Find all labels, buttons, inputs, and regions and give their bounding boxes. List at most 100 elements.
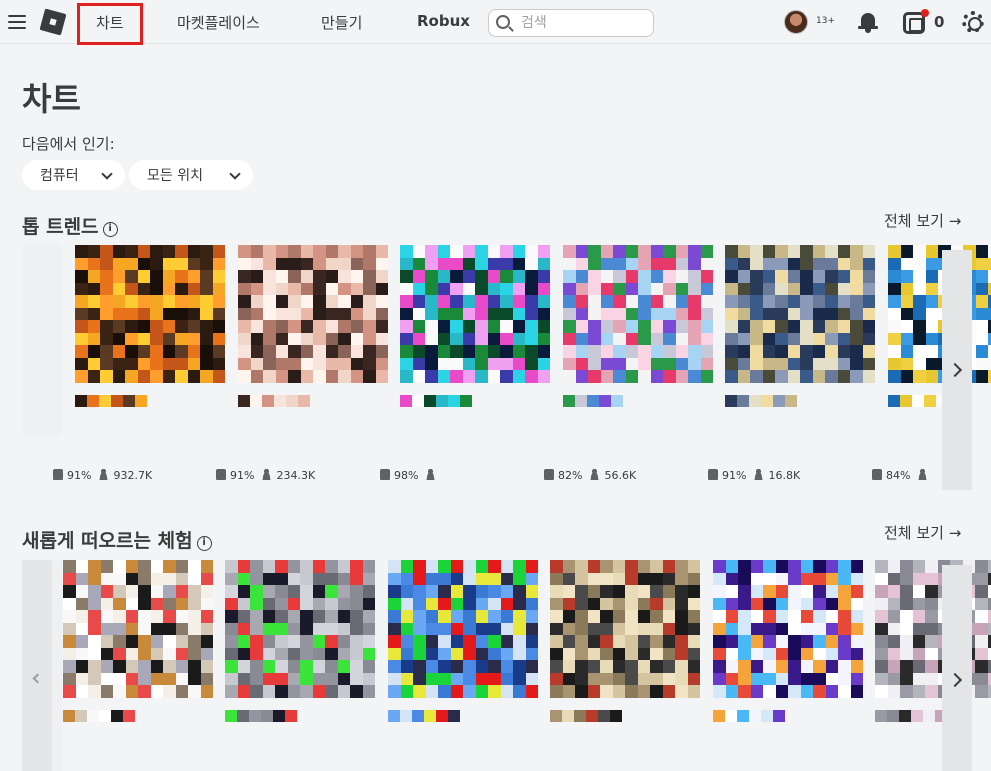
tile-title-block [773,710,785,722]
search-input[interactable] [521,13,646,33]
tile-title-block [460,395,472,407]
person-icon [917,468,929,480]
tile-title-block [911,710,923,722]
tile-title-block [887,710,899,722]
tile-title-block [737,395,749,407]
game-tile[interactable] [888,245,991,383]
info-icon[interactable]: i [196,536,212,551]
device-filter-label: 컴퓨터 [40,168,79,184]
age-badge: 13+ [816,16,835,26]
game-tile[interactable] [875,560,991,698]
notification-bell-icon[interactable] [858,11,878,33]
roblox-logo[interactable] [39,8,67,36]
menu-icon[interactable] [8,15,26,29]
tile-title-block [87,710,99,722]
tile-title-block [436,710,448,722]
tile-title-block [436,395,448,407]
settings-gear-icon[interactable] [962,11,984,33]
tile-title-block [75,710,87,722]
chevron-left-icon [32,673,43,684]
tile-title-block [87,395,99,407]
tile-title-block [713,710,725,722]
tile-title-block [761,710,773,722]
tile-title-block [574,710,586,722]
tile-title-block [123,395,135,407]
tile-title-block [587,395,599,407]
scroll-left-button[interactable] [22,560,52,771]
nav-robux[interactable]: Robux [417,12,470,30]
see-all-link[interactable]: 전체 보기 → [884,522,961,543]
rating-value: 84% [886,469,911,482]
info-icon[interactable]: i [102,222,118,237]
game-tile[interactable] [75,245,225,383]
tile-title-block [285,710,297,722]
player-count: 16.8K [768,469,801,482]
game-tile[interactable] [550,560,700,698]
tile-title-block [75,395,87,407]
top-navigation-bar: 차트 마켓플레이스 만들기 Robux 13+ 0 [0,0,991,45]
device-filter-dropdown[interactable]: 컴퓨터 [22,160,125,190]
tile-title-block [123,710,135,722]
game-tile[interactable] [400,245,550,383]
nav-create[interactable]: 만들기 [321,12,362,33]
location-filter-dropdown[interactable]: 모든 위치 [129,160,253,190]
thumbs-up-icon [216,469,226,480]
person-icon [261,468,273,480]
see-all-link[interactable]: 전체 보기 → [884,210,961,231]
rating-value: 82% [558,469,583,482]
thumbs-up-icon [380,469,390,480]
tile-title-block [623,395,635,407]
search-box[interactable] [488,9,654,37]
tile-title-block [424,395,436,407]
thumbs-up-icon [872,469,882,480]
rating-value: 91% [67,469,92,482]
tile-title-block [448,395,460,407]
tile-title-block [250,395,262,407]
tile-title-block [562,710,574,722]
tile-title-block [388,710,400,722]
tile-title-block [586,710,598,722]
tile-title-block [924,395,936,407]
game-tile[interactable] [63,560,213,698]
chevron-down-icon [101,168,113,180]
tile-title-block [63,710,75,722]
game-tile[interactable] [563,245,713,383]
rating-value: 91% [230,469,255,482]
tile-title-block [111,710,123,722]
game-tile[interactable] [388,560,538,698]
page-title: 차트 [22,80,81,118]
avatar[interactable] [784,10,808,34]
nav-marketplace[interactable]: 마켓플레이스 [177,12,260,33]
tile-title-block [262,395,274,407]
scroll-right-button[interactable] [942,565,972,771]
tile-title-block [737,710,749,722]
tile-title-block [761,395,773,407]
game-tile[interactable] [725,245,875,383]
tile-title-block [238,395,250,407]
player-count: 932.7K [113,469,153,482]
tile-title-block [237,710,249,722]
tile-title-block [725,395,737,407]
tile-title-block [875,710,887,722]
tile-title-block [298,395,310,407]
section-title-up-and-coming: 새롭게 떠오르는 체험 i [22,526,212,553]
popular-in-label: 다음에서 인기: [22,135,115,153]
tile-title-block [899,710,911,722]
game-tile[interactable] [225,560,375,698]
thumbs-up-icon [708,469,718,480]
tile-title-block [99,395,111,407]
thumbs-up-icon [544,469,554,480]
tile-title-block [598,710,610,722]
scroll-right-button[interactable] [942,250,972,490]
tile-title-block [424,710,436,722]
tile-title-block [249,710,261,722]
tile-title-block [610,710,622,722]
player-count: 56.6K [604,469,637,482]
tile-title-block [785,395,797,407]
game-tile[interactable] [238,245,388,383]
game-tile[interactable] [713,560,863,698]
player-count: 234.3K [276,469,316,482]
location-filter-label: 모든 위치 [147,168,203,184]
robux-notification-dot [921,9,929,17]
carousel-edge [22,245,62,435]
